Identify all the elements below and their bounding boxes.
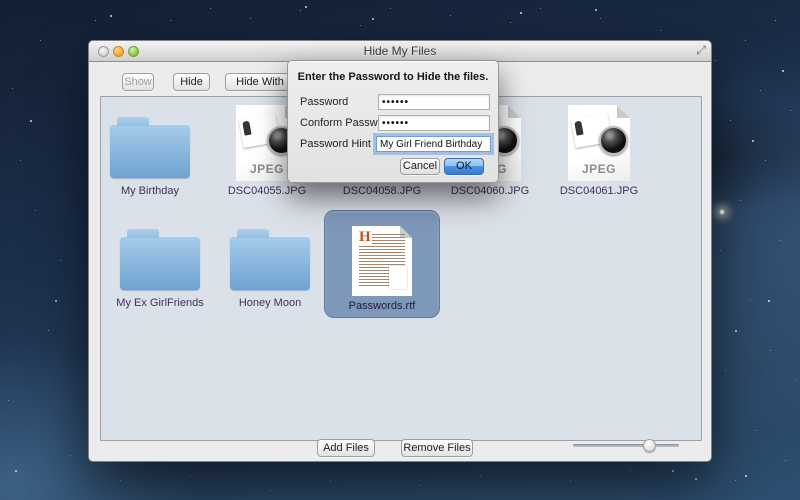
file-item-honey-moon[interactable]: Honey Moon xyxy=(215,212,325,309)
window-title: Hide My Files xyxy=(89,44,711,58)
dialog-title: Enter the Password to Hide the files. xyxy=(288,71,498,83)
show-button[interactable]: Show xyxy=(122,73,154,91)
rtf-dropcap: H xyxy=(359,230,371,244)
rtf-file-icon: H xyxy=(352,226,412,296)
bright-star xyxy=(719,209,725,215)
fullscreen-icon[interactable]: ⤢ xyxy=(696,43,706,58)
file-label: My Ex GirlFriends xyxy=(116,297,203,309)
rtf-text-lines xyxy=(372,234,405,246)
file-label: DSC04055.JPG xyxy=(228,185,306,197)
cancel-button[interactable]: Cancel xyxy=(400,158,440,175)
password-hint-label: Password Hint xyxy=(300,136,371,152)
title-bar[interactable]: Hide My Files ⤢ xyxy=(89,41,711,62)
remove-files-button[interactable]: Remove Files xyxy=(401,439,473,457)
file-label: DSC04061.JPG xyxy=(560,185,638,197)
page-fold-icon xyxy=(617,105,630,118)
folder-icon xyxy=(110,124,190,178)
file-item-my-ex-girlfriends[interactable]: My Ex GirlFriends xyxy=(105,212,215,309)
confirm-password-input[interactable] xyxy=(378,115,490,131)
slider-track[interactable] xyxy=(573,444,679,447)
page-fold-icon xyxy=(508,105,521,118)
file-label: Passwords.rtf xyxy=(349,300,416,312)
jpeg-label: JPEG xyxy=(568,162,630,176)
password-hint-input[interactable] xyxy=(376,136,491,152)
folder-icon xyxy=(230,236,310,290)
bottom-bar: Add Files Remove Files xyxy=(89,439,711,461)
folder-icon xyxy=(120,236,200,290)
zoom-slider[interactable] xyxy=(573,439,679,452)
jpeg-file-icon: JPEG xyxy=(568,105,630,181)
rtf-photo-thumbnail xyxy=(389,266,407,289)
hide-button[interactable]: Hide xyxy=(173,73,210,91)
password-input[interactable] xyxy=(378,94,490,110)
star-field-large xyxy=(0,0,2,2)
file-label: Honey Moon xyxy=(239,297,301,309)
add-files-button[interactable]: Add Files xyxy=(317,439,375,457)
camera-lens-icon xyxy=(599,126,628,155)
file-item-my-birthday[interactable]: My Birthday xyxy=(95,100,205,197)
file-item-dsc04061[interactable]: JPEG DSC04061.JPG xyxy=(544,100,654,197)
file-label: My Birthday xyxy=(121,185,179,197)
file-item-passwords-rtf-selected[interactable]: H Passwords.rtf xyxy=(324,210,440,318)
file-label: DSC04060.JPG xyxy=(451,185,529,197)
password-dialog: Enter the Password to Hide the files. Pa… xyxy=(287,60,499,183)
password-label: Password xyxy=(300,94,348,110)
slider-thumb[interactable] xyxy=(643,439,656,452)
file-label: DSC04058.JPG xyxy=(343,185,421,197)
ok-button[interactable]: OK xyxy=(444,158,484,175)
